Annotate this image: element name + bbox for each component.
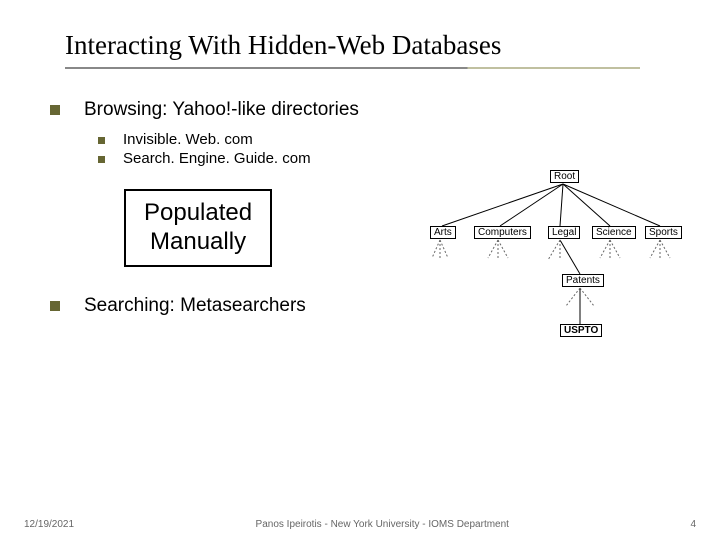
box-line1: Populated <box>144 199 252 228</box>
square-bullet-icon <box>98 156 105 163</box>
tree-node-legal: Legal <box>548 226 580 239</box>
tree-node-arts: Arts <box>430 226 456 239</box>
bullet-searching-label: Searching: Metasearchers <box>84 295 306 317</box>
tree-lines <box>430 170 690 350</box>
footer-date: 12/19/2021 <box>24 519 74 530</box>
title-underline <box>65 67 640 69</box>
sub-bullet-text: Search. Engine. Guide. com <box>123 150 311 167</box>
square-bullet-icon <box>50 105 60 115</box>
slide: Interacting With Hidden-Web Databases Br… <box>0 0 720 540</box>
square-bullet-icon <box>50 301 60 311</box>
footer-attribution: Panos Ipeirotis - New York University - … <box>74 519 690 530</box>
bullet-browsing: Browsing: Yahoo!-like directories <box>50 99 670 121</box>
tree-root: Root <box>550 170 579 183</box>
populated-manually-box: Populated Manually <box>124 189 272 267</box>
box-line2: Manually <box>144 228 252 257</box>
footer-page-number: 4 <box>690 519 696 530</box>
tree-node-computers: Computers <box>474 226 531 239</box>
tree-node-sports: Sports <box>645 226 682 239</box>
tree-leaf-uspto: USPTO <box>560 324 602 337</box>
slide-title: Interacting With Hidden-Web Databases <box>50 30 670 61</box>
sub-bullet-row: Search. Engine. Guide. com <box>98 150 670 167</box>
tree-node-science: Science <box>592 226 636 239</box>
square-bullet-icon <box>98 137 105 144</box>
tree-node-patents: Patents <box>562 274 604 287</box>
bullet-browsing-label: Browsing: Yahoo!-like directories <box>84 99 359 121</box>
sub-bullet-text: Invisible. Web. com <box>123 131 253 148</box>
slide-footer: 12/19/2021 Panos Ipeirotis - New York Un… <box>0 519 720 530</box>
sub-bullets: Invisible. Web. com Search. Engine. Guid… <box>98 131 670 167</box>
sub-bullet-row: Invisible. Web. com <box>98 131 670 148</box>
